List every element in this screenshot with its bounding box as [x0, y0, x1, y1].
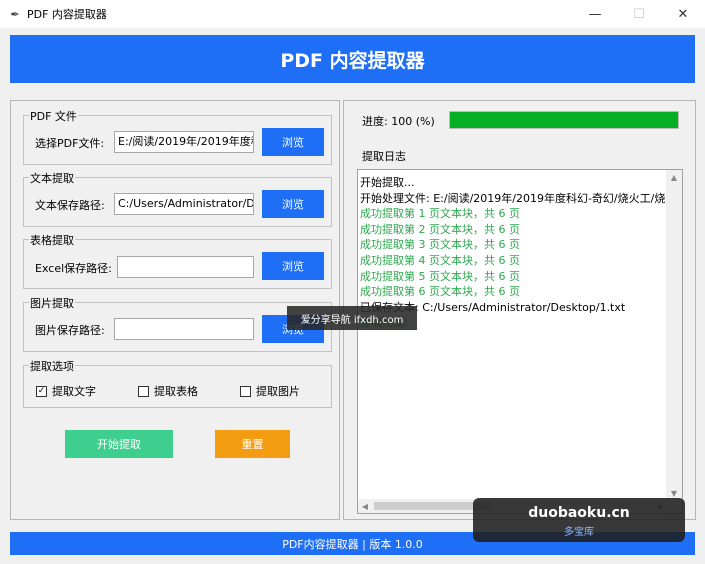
- extract-table-checkbox[interactable]: 提取表格: [138, 383, 198, 399]
- scroll-left-icon[interactable]: ◀: [358, 499, 372, 513]
- excel-path-label: Excel保存路径:: [35, 262, 112, 275]
- status-text: PDF内容提取器 | 版本 1.0.0: [282, 537, 423, 551]
- table-extract-group-title: 表格提取: [29, 232, 75, 248]
- image-path-label: 图片保存路径:: [35, 324, 105, 337]
- extract-options-group: 提取选项 ✓ 提取文字 提取表格 提取图片: [23, 358, 332, 408]
- watermark-line1: duobaoku.cn: [528, 505, 630, 521]
- log-line: 成功提取第 2 页文本块，共 6 页: [360, 222, 520, 236]
- checkbox-label: 提取图片: [256, 385, 300, 398]
- log-label: 提取日志: [362, 150, 406, 163]
- text-path-input[interactable]: C:/Users/Administrator/Desk: [114, 193, 254, 215]
- progress-bar-fill: [450, 112, 678, 128]
- progress-label: 进度: 100 (%): [362, 115, 435, 128]
- watermark-line2: 多宝库: [564, 527, 594, 538]
- app-banner: PDF 内容提取器: [10, 35, 695, 83]
- checkbox-box: [240, 385, 251, 397]
- progress-bar: [449, 111, 679, 129]
- checkbox-box: [138, 385, 149, 397]
- text-path-label: 文本保存路径:: [35, 199, 105, 212]
- log-line: 成功提取第 3 页文本块，共 6 页: [360, 238, 520, 252]
- start-extract-button[interactable]: 开始提取: [65, 430, 173, 458]
- watermark-small: 爱分享导航 ifxdh.com: [287, 306, 417, 330]
- pdf-browse-button[interactable]: 浏览: [262, 128, 324, 156]
- pdf-file-group: PDF 文件 选择PDF文件: E:/阅读/2019年/2019年度科幻 浏览: [23, 108, 332, 165]
- watermark-overlay: duobaoku.cn 多宝库: [473, 498, 685, 542]
- checkbox-box: ✓: [36, 385, 47, 397]
- log-line: 成功提取第 1 页文本块，共 6 页: [360, 207, 520, 221]
- extract-options-group-title: 提取选项: [29, 358, 75, 374]
- excel-path-input[interactable]: [117, 256, 254, 278]
- minimize-button[interactable]: —: [573, 0, 617, 28]
- extract-text-checkbox[interactable]: ✓ 提取文字: [36, 383, 96, 399]
- title-bar: ✒ PDF 内容提取器 — ☐ ✕: [0, 0, 705, 28]
- maximize-button[interactable]: ☐: [617, 0, 661, 28]
- log-textbox[interactable]: 开始提取... 开始处理文件: E:/阅读/2019年/2019年度科幻-奇幻/烧…: [357, 169, 683, 514]
- table-browse-button[interactable]: 浏览: [262, 252, 324, 280]
- reset-button[interactable]: 重置: [215, 430, 290, 458]
- extract-image-checkbox[interactable]: 提取图片: [240, 383, 300, 399]
- image-extract-group-title: 图片提取: [29, 295, 75, 311]
- log-line: 开始提取...: [360, 176, 415, 189]
- scroll-up-icon[interactable]: ▲: [666, 170, 682, 184]
- log-line: 成功提取第 5 页文本块，共 6 页: [360, 269, 520, 283]
- pdf-file-label: 选择PDF文件:: [35, 137, 105, 150]
- feather-icon: ✒: [10, 7, 20, 21]
- pdf-file-input[interactable]: E:/阅读/2019年/2019年度科幻: [114, 131, 254, 153]
- vertical-scrollbar[interactable]: ▲ ▼: [666, 170, 682, 500]
- text-extract-group: 文本提取 文本保存路径: C:/Users/Administrator/Desk…: [23, 170, 332, 227]
- text-extract-group-title: 文本提取: [29, 170, 75, 186]
- window-title: PDF 内容提取器: [27, 8, 107, 21]
- log-line: 成功提取第 6 页文本块，共 6 页: [360, 285, 520, 299]
- checkbox-label: 提取文字: [52, 385, 96, 398]
- image-extract-group: 图片提取 图片保存路径: 浏览: [23, 295, 332, 352]
- banner-title: PDF 内容提取器: [280, 49, 425, 72]
- text-browse-button[interactable]: 浏览: [262, 190, 324, 218]
- image-path-input[interactable]: [114, 318, 254, 340]
- close-button[interactable]: ✕: [661, 0, 705, 28]
- log-line: 开始处理文件: E:/阅读/2019年/2019年度科幻-奇幻/烧火工/烧火: [360, 191, 668, 205]
- table-extract-group: 表格提取 Excel保存路径: 浏览: [23, 232, 332, 289]
- pdf-file-group-title: PDF 文件: [29, 108, 78, 124]
- log-line: 成功提取第 4 页文本块，共 6 页: [360, 253, 520, 267]
- checkbox-label: 提取表格: [154, 385, 198, 398]
